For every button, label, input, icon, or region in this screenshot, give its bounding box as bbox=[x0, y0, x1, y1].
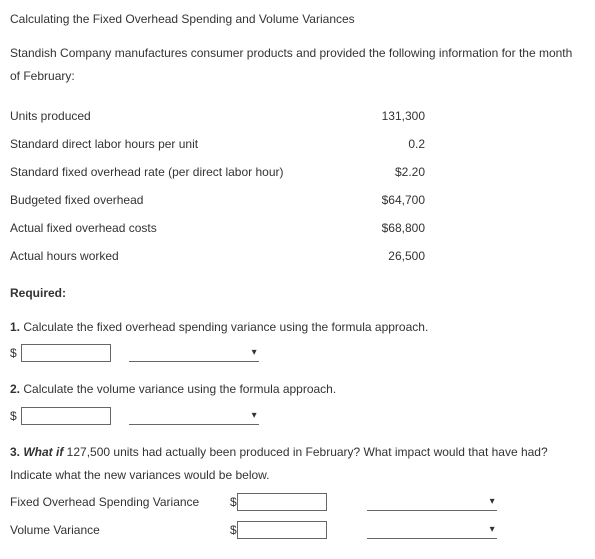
table-row: Actual fixed overhead costs $68,800 bbox=[10, 214, 585, 242]
dollar-sign: $ bbox=[10, 407, 17, 425]
q3-spending-type-select[interactable] bbox=[367, 493, 497, 511]
q3-volume-row: Volume Variance $ bbox=[10, 521, 585, 539]
row-label: Actual fixed overhead costs bbox=[10, 214, 340, 242]
row-label: Units produced bbox=[10, 102, 340, 130]
table-row: Units produced 131,300 bbox=[10, 102, 585, 130]
required-heading: Required: bbox=[10, 284, 585, 302]
q3-volume-amount-input[interactable] bbox=[237, 521, 327, 539]
dollar-sign: $ bbox=[230, 493, 237, 511]
question-number: 3. bbox=[10, 445, 20, 459]
q1-amount-input[interactable] bbox=[21, 344, 111, 362]
question-number: 1. bbox=[10, 320, 20, 334]
row-label: Budgeted fixed overhead bbox=[10, 186, 340, 214]
question-text: Calculate the volume variance using the … bbox=[20, 382, 336, 396]
volume-variance-label: Volume Variance bbox=[10, 521, 230, 539]
table-row: Budgeted fixed overhead $64,700 bbox=[10, 186, 585, 214]
table-row: Actual hours worked 26,500 bbox=[10, 242, 585, 270]
intro-text: Standish Company manufactures consumer p… bbox=[10, 42, 585, 88]
data-table: Units produced 131,300 Standard direct l… bbox=[10, 102, 585, 270]
q1-input-row: $ bbox=[10, 344, 585, 362]
question-3: 3. What if 127,500 units had actually be… bbox=[10, 441, 585, 487]
question-2: 2. Calculate the volume variance using t… bbox=[10, 378, 585, 401]
row-value: 0.2 bbox=[340, 130, 585, 158]
question-text: 127,500 units had actually been produced… bbox=[10, 445, 548, 482]
q3-spending-row: Fixed Overhead Spending Variance $ bbox=[10, 493, 585, 511]
q1-type-select[interactable] bbox=[129, 344, 259, 362]
row-value: 26,500 bbox=[340, 242, 585, 270]
spending-variance-label: Fixed Overhead Spending Variance bbox=[10, 493, 230, 511]
q2-input-row: $ bbox=[10, 407, 585, 425]
table-row: Standard fixed overhead rate (per direct… bbox=[10, 158, 585, 186]
q2-amount-input[interactable] bbox=[21, 407, 111, 425]
q2-type-select[interactable] bbox=[129, 407, 259, 425]
row-label: Actual hours worked bbox=[10, 242, 340, 270]
table-row: Standard direct labor hours per unit 0.2 bbox=[10, 130, 585, 158]
q3-spending-amount-input[interactable] bbox=[237, 493, 327, 511]
row-value: 131,300 bbox=[340, 102, 585, 130]
row-value: $64,700 bbox=[340, 186, 585, 214]
row-label: Standard fixed overhead rate (per direct… bbox=[10, 158, 340, 186]
dollar-sign: $ bbox=[10, 344, 17, 362]
row-label: Standard direct labor hours per unit bbox=[10, 130, 340, 158]
row-value: $68,800 bbox=[340, 214, 585, 242]
what-if: What if bbox=[20, 445, 63, 459]
dollar-sign: $ bbox=[230, 521, 237, 539]
q3-volume-type-select[interactable] bbox=[367, 521, 497, 539]
question-number: 2. bbox=[10, 382, 20, 396]
question-text: Calculate the fixed overhead spending va… bbox=[20, 320, 428, 334]
question-1: 1. Calculate the fixed overhead spending… bbox=[10, 316, 585, 339]
row-value: $2.20 bbox=[340, 158, 585, 186]
page-title: Calculating the Fixed Overhead Spending … bbox=[10, 10, 585, 28]
